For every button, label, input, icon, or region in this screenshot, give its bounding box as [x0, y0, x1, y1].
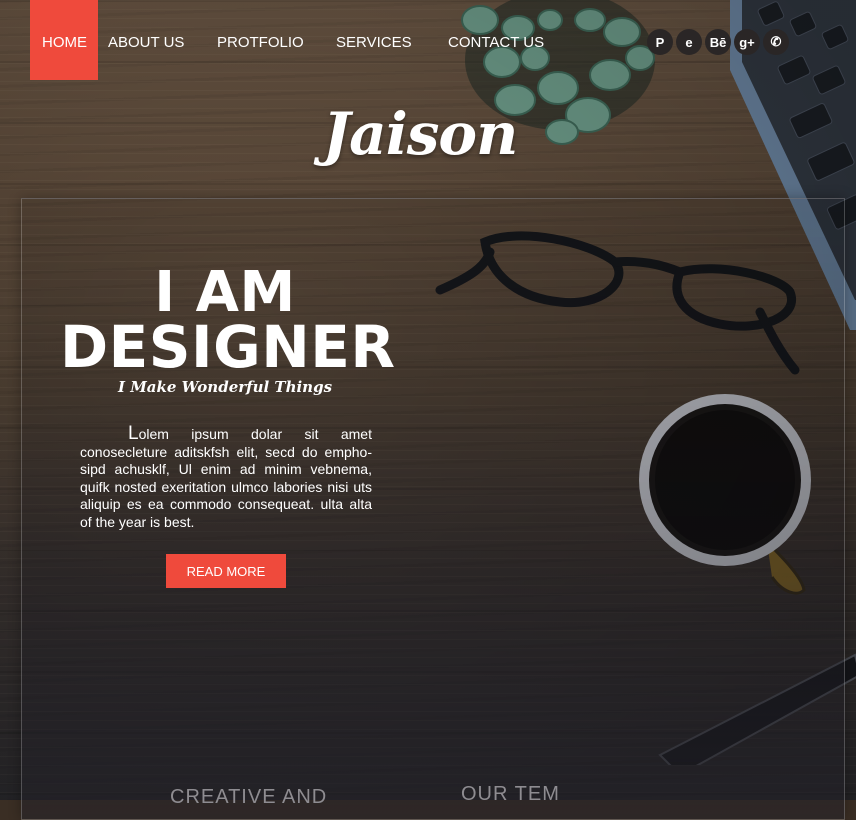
phone-icon[interactable]: ✆ — [763, 29, 789, 55]
top-navigation: HOME ABOUT US PROTFOLIO SERVICES CONTACT… — [0, 0, 856, 80]
read-more-button[interactable]: READ MORE — [166, 554, 286, 588]
section-heading-creative: CREATIVE AND — [170, 786, 328, 808]
nav-services[interactable]: SERVICES — [336, 0, 412, 80]
nav-contact-us[interactable]: CONTACT US — [448, 0, 544, 80]
site-logo[interactable]: Jaison — [0, 100, 840, 168]
internet-explorer-icon[interactable]: e — [676, 29, 702, 55]
google-plus-icon[interactable]: g+ — [734, 29, 760, 55]
nav-home[interactable]: HOME — [30, 0, 98, 80]
social-links: P e Bē g+ ✆ — [647, 29, 789, 55]
behance-icon[interactable]: Bē — [705, 29, 731, 55]
nav-portfolio[interactable]: PROTFOLIO — [217, 0, 304, 80]
hero-title-line1: I AM — [154, 260, 296, 325]
nav-about-us[interactable]: ABOUT US — [108, 0, 184, 80]
hero-description: Lolem ipsum dolar sit amet conosecleture… — [80, 423, 372, 530]
pinterest-icon[interactable]: P — [647, 29, 673, 55]
hero-tagline: I Make Wonderful Things — [117, 378, 333, 396]
hero-title: I AM DESIGNER — [60, 260, 396, 381]
section-heading-team: OUR TEM — [461, 783, 560, 805]
hero-title-line2: DESIGNER — [60, 313, 396, 381]
